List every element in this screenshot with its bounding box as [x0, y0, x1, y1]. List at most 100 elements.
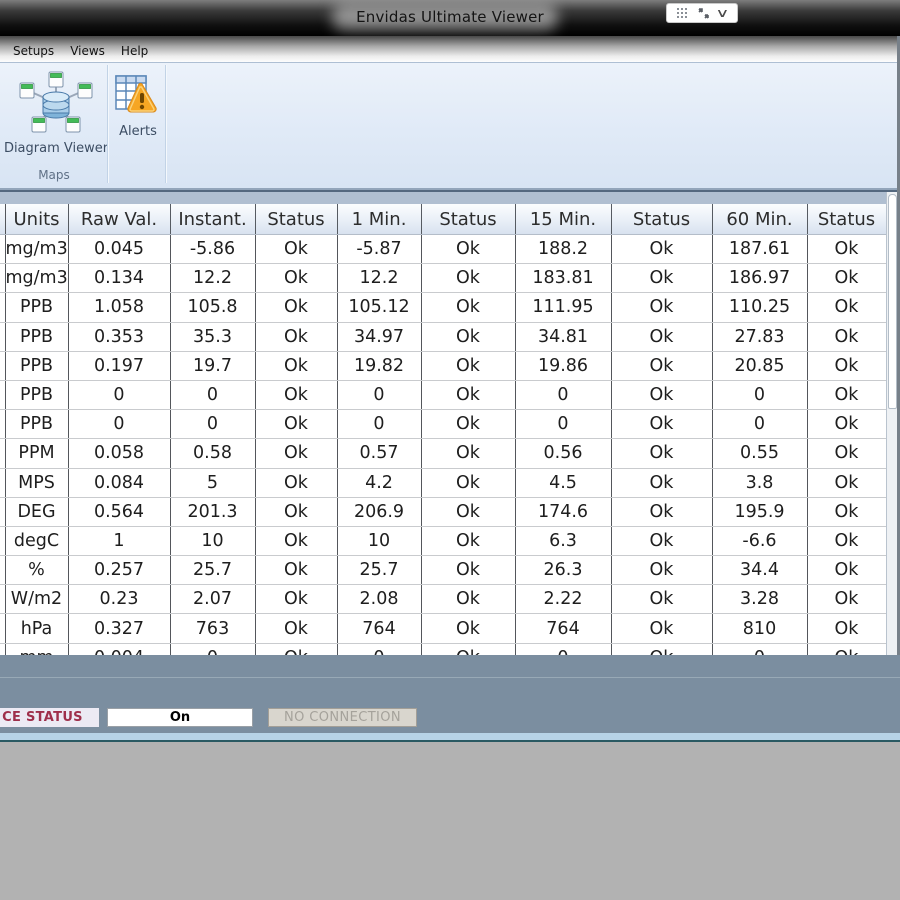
col-header-instant[interactable]: Instant. [170, 204, 255, 235]
cell: 105.8 [170, 293, 255, 322]
cell: 0.58 [170, 439, 255, 468]
cell: Ok [611, 526, 712, 555]
cell: 6.3 [515, 526, 611, 555]
cell: % [5, 556, 68, 585]
background-area [0, 742, 900, 900]
cell: 0.045 [68, 235, 170, 264]
table-row[interactable]: MPS0.0845Ok4.2Ok4.5Ok3.8Ok [0, 468, 886, 497]
table-row[interactable]: DEG0.564201.3Ok206.9Ok174.6Ok195.9Ok [0, 497, 886, 526]
cell: 763 [170, 614, 255, 643]
table-row[interactable]: mg/m30.13412.2Ok12.2Ok183.81Ok186.97Ok [0, 264, 886, 293]
cell: 186.97 [712, 264, 807, 293]
alert-warning-table-icon [115, 74, 161, 122]
col-header-status[interactable]: Status [611, 204, 712, 235]
table-row[interactable]: W/m20.232.07Ok2.08Ok2.22Ok3.28Ok [0, 585, 886, 614]
cell: Ok [611, 293, 712, 322]
cell: 34.81 [515, 322, 611, 351]
table-row[interactable]: PPB1.058105.8Ok105.12Ok111.95Ok110.25Ok [0, 293, 886, 322]
cell: Ok [421, 235, 515, 264]
cell: mg/m3 [5, 235, 68, 264]
menu-bar: Setups Views Help [0, 36, 900, 62]
col-header-status[interactable]: Status [421, 204, 515, 235]
app-window: Envidas Ultimate Viewer [0, 0, 900, 900]
cell: 5 [170, 468, 255, 497]
cell: Ok [421, 351, 515, 380]
cell: PPM [5, 439, 68, 468]
quick-access-toolbar[interactable]: ∨ [666, 3, 738, 23]
cell: Ok [255, 380, 337, 409]
cell: Ok [807, 497, 886, 526]
cell: mg/m3 [5, 264, 68, 293]
cell: hPa [5, 614, 68, 643]
menu-help[interactable]: Help [121, 44, 148, 58]
cell: Ok [807, 556, 886, 585]
col-header-raw-val[interactable]: Raw Val. [68, 204, 170, 235]
cell: Ok [807, 468, 886, 497]
cell: Ok [421, 264, 515, 293]
diagram-viewer-label: Diagram Viewer [4, 141, 108, 156]
col-header-1-min[interactable]: 1 Min. [337, 204, 421, 235]
table-row[interactable]: PPB00Ok0Ok0Ok0Ok [0, 380, 886, 409]
cell: 0 [515, 380, 611, 409]
cell: 0.55 [712, 439, 807, 468]
cell: Ok [807, 585, 886, 614]
status-panel-divider [0, 677, 900, 678]
cell: 0 [170, 410, 255, 439]
cell: Ok [807, 526, 886, 555]
cell: 111.95 [515, 293, 611, 322]
cell: 110.25 [712, 293, 807, 322]
cell: W/m2 [5, 585, 68, 614]
cell: Ok [255, 439, 337, 468]
scrollbar-thumb[interactable] [888, 194, 897, 409]
cell: 19.7 [170, 351, 255, 380]
cell: 3.8 [712, 468, 807, 497]
no-connection-button[interactable]: NO CONNECTION [268, 708, 417, 727]
cell: 0.327 [68, 614, 170, 643]
data-grid: UnitsRaw Val.Instant.Status1 Min.Status1… [0, 204, 887, 674]
cell: Ok [421, 585, 515, 614]
table-row[interactable]: PPB0.35335.3Ok34.97Ok34.81Ok27.83Ok [0, 322, 886, 351]
cell: Ok [611, 235, 712, 264]
diagram-network-icon [17, 71, 95, 139]
col-header-15-min[interactable]: 15 Min. [515, 204, 611, 235]
cell: Ok [255, 468, 337, 497]
menu-views[interactable]: Views [70, 44, 105, 58]
table-row[interactable]: hPa0.327763Ok764Ok764Ok810Ok [0, 614, 886, 643]
cell: Ok [611, 439, 712, 468]
table-row[interactable]: PPB00Ok0Ok0Ok0Ok [0, 410, 886, 439]
diagram-viewer-button[interactable]: Diagram Viewer [8, 71, 104, 156]
cell: DEG [5, 497, 68, 526]
cell: Ok [807, 264, 886, 293]
cell: 10 [337, 526, 421, 555]
col-header-status[interactable]: Status [255, 204, 337, 235]
cell: Ok [807, 351, 886, 380]
cell: 0.353 [68, 322, 170, 351]
cell: Ok [255, 293, 337, 322]
cell: 0 [337, 380, 421, 409]
cell: Ok [421, 556, 515, 585]
table-top-band [0, 190, 900, 204]
table-row[interactable]: degC110Ok10Ok6.3Ok-6.6Ok [0, 526, 886, 555]
cell: degC [5, 526, 68, 555]
cell: PPB [5, 293, 68, 322]
cell: Ok [611, 556, 712, 585]
cell: PPB [5, 380, 68, 409]
col-header-status[interactable]: Status [807, 204, 886, 235]
cell: 20.85 [712, 351, 807, 380]
cell: Ok [611, 410, 712, 439]
menu-setups[interactable]: Setups [13, 44, 54, 58]
cell: Ok [255, 497, 337, 526]
ribbon: Diagram Viewer Maps Alerts [0, 62, 900, 190]
table-row[interactable]: PPB0.19719.7Ok19.82Ok19.86Ok20.85Ok [0, 351, 886, 380]
alerts-button[interactable]: Alerts [113, 74, 163, 139]
cell: 0 [68, 410, 170, 439]
cell: 2.08 [337, 585, 421, 614]
cell: PPB [5, 410, 68, 439]
cell: Ok [611, 585, 712, 614]
table-row[interactable]: PPM0.0580.58Ok0.57Ok0.56Ok0.55Ok [0, 439, 886, 468]
table-row[interactable]: %0.25725.7Ok25.7Ok26.3Ok34.4Ok [0, 556, 886, 585]
col-header-units[interactable]: Units [5, 204, 68, 235]
cell: MPS [5, 468, 68, 497]
table-row[interactable]: mg/m30.045-5.86Ok-5.87Ok188.2Ok187.61Ok [0, 235, 886, 264]
col-header-60-min[interactable]: 60 Min. [712, 204, 807, 235]
